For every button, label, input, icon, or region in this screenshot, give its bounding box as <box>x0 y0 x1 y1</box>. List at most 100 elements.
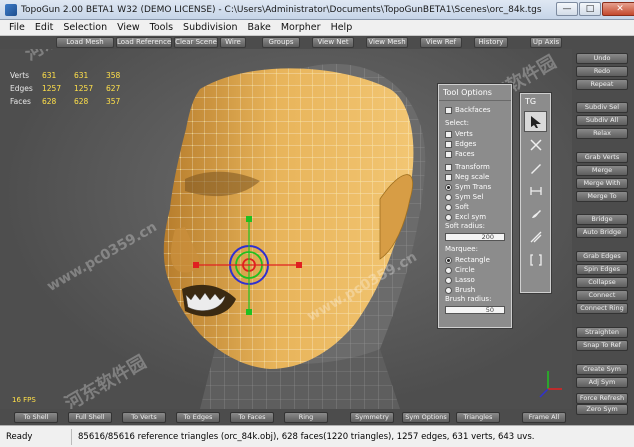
menu-file[interactable]: File <box>4 22 30 33</box>
radio-dot[interactable] <box>445 266 452 274</box>
menu-edit[interactable]: Edit <box>30 22 58 33</box>
symmetry-button[interactable]: Symmetry <box>350 412 394 423</box>
radio-dot[interactable] <box>445 286 452 294</box>
view-mesh-button[interactable]: View Mesh <box>366 37 408 48</box>
to-verts-button[interactable]: To Verts <box>122 412 166 423</box>
sym-sel-radio[interactable]: Sym Sel <box>439 192 511 202</box>
select-faces-checkbox[interactable]: Faces <box>439 149 511 159</box>
stats-value: 1257 <box>74 84 94 93</box>
marquee-lasso-radio[interactable]: Lasso <box>439 275 511 285</box>
radio-dot[interactable] <box>445 183 452 191</box>
checkbox-box[interactable] <box>445 130 452 138</box>
undo-button[interactable]: Undo <box>576 53 628 64</box>
subdiv-all-button[interactable]: Subdiv All <box>576 115 628 126</box>
triangles-button[interactable]: Triangles <box>456 412 500 423</box>
auto-bridge-button[interactable]: Auto Bridge <box>576 227 628 238</box>
adj-sym-button[interactable]: Adj Sym <box>576 377 628 388</box>
merge-with-button[interactable]: Merge With <box>576 178 628 189</box>
load-reference-button[interactable]: Load Reference <box>116 37 172 48</box>
bracket-tool-button[interactable] <box>524 249 547 270</box>
radio-dot[interactable] <box>445 213 452 221</box>
gizmo-y-handle-bottom[interactable] <box>246 309 252 315</box>
marquee-brush-radio[interactable]: Brush <box>439 285 511 295</box>
menu-help[interactable]: Help <box>326 22 358 33</box>
stats-label: Faces <box>10 97 31 106</box>
gizmo-x-handle[interactable] <box>296 262 302 268</box>
sym-options-button[interactable]: Sym Options <box>402 412 450 423</box>
subdiv-sel-button[interactable]: Subdiv Sel <box>576 102 628 113</box>
excl-sym-radio[interactable]: Excl sym <box>439 212 511 222</box>
spin-edges-button[interactable]: Spin Edges <box>576 264 628 275</box>
view-ref-button[interactable]: View Ref <box>420 37 462 48</box>
transform-checkbox[interactable]: Transform <box>439 162 511 172</box>
grab-edges-button[interactable]: Grab Edges <box>576 251 628 262</box>
minimize-button[interactable]: — <box>556 2 578 16</box>
connect-ring-button[interactable]: Connect Ring <box>576 303 628 314</box>
marquee-rectangle-radio[interactable]: Rectangle <box>439 255 511 265</box>
to-edges-button[interactable]: To Edges <box>176 412 220 423</box>
redo-button[interactable]: Redo <box>576 66 628 77</box>
gizmo-y-handle[interactable] <box>246 216 252 222</box>
menu-view[interactable]: View <box>112 22 145 33</box>
select-verts-checkbox[interactable]: Verts <box>439 129 511 139</box>
select-tool-button[interactable] <box>524 111 547 132</box>
checkbox-box[interactable] <box>445 163 452 171</box>
delete-tool-button[interactable] <box>524 134 547 155</box>
soft-radius-slider[interactable]: 200 <box>445 233 505 241</box>
grab-verts-button[interactable]: Grab Verts <box>576 152 628 163</box>
menu-bake[interactable]: Bake <box>242 22 275 33</box>
maximize-button[interactable]: □ <box>579 2 601 16</box>
marquee-circle-radio[interactable]: Circle <box>439 265 511 275</box>
checkbox-box[interactable] <box>445 150 452 158</box>
groups-button[interactable]: Groups <box>262 37 300 48</box>
merge-button[interactable]: Merge <box>576 165 628 176</box>
bridge-tool-button[interactable] <box>524 180 547 201</box>
up-axis-button[interactable]: Up Axis <box>530 37 562 48</box>
repeat-button[interactable]: Repeat <box>576 79 628 90</box>
brush-radius-slider[interactable]: 50 <box>445 306 505 314</box>
create-sym-button[interactable]: Create Sym <box>576 364 628 375</box>
extrude-tool-button[interactable] <box>524 226 547 247</box>
menu-selection[interactable]: Selection <box>58 22 112 33</box>
radio-dot[interactable] <box>445 256 452 264</box>
full-shell-button[interactable]: Full Shell <box>68 412 112 423</box>
to-faces-button[interactable]: To Faces <box>230 412 274 423</box>
checkbox-box[interactable] <box>445 140 452 148</box>
radio-dot[interactable] <box>445 203 452 211</box>
menu-tools[interactable]: Tools <box>145 22 178 33</box>
snap-to-ref-button[interactable]: Snap To Ref <box>576 340 628 351</box>
checkbox-box[interactable] <box>445 173 452 181</box>
draw-tool-button[interactable] <box>524 157 547 178</box>
merge-to-button[interactable]: Merge To <box>576 191 628 202</box>
select-edges-checkbox[interactable]: Edges <box>439 139 511 149</box>
checkbox-label: Verts <box>455 130 473 138</box>
menu-subdivision[interactable]: Subdivision <box>178 22 242 33</box>
ring-button[interactable]: Ring <box>284 412 328 423</box>
history-button[interactable]: History <box>474 37 508 48</box>
bridge-button[interactable]: Bridge <box>576 214 628 225</box>
collapse-button[interactable]: Collapse <box>576 277 628 288</box>
backfaces-checkbox[interactable]: Backfaces <box>439 105 511 115</box>
load-mesh-button[interactable]: Load Mesh <box>56 37 114 48</box>
to-shell-button[interactable]: To Shell <box>14 412 58 423</box>
frame-all-button[interactable]: Frame All <box>522 412 566 423</box>
neg-scale-checkbox[interactable]: Neg scale <box>439 172 511 182</box>
wire-button[interactable]: Wire <box>220 37 246 48</box>
soft-radio[interactable]: Soft <box>439 202 511 212</box>
close-button[interactable]: ✕ <box>602 2 634 16</box>
straighten-button[interactable]: Straighten <box>576 327 628 338</box>
zero-sym-button[interactable]: Zero Sym <box>576 404 628 415</box>
radio-dot[interactable] <box>445 276 452 284</box>
sym-trans-radio[interactable]: Sym Trans <box>439 182 511 192</box>
radio-dot[interactable] <box>445 193 452 201</box>
brush-tool-button[interactable] <box>524 203 547 224</box>
connect-button[interactable]: Connect <box>576 290 628 301</box>
checkbox-box[interactable] <box>445 106 452 114</box>
gizmo-x-handle-left[interactable] <box>193 262 199 268</box>
force-refresh-button[interactable]: Force Refresh <box>576 393 628 404</box>
menu-morpher[interactable]: Morpher <box>276 22 326 33</box>
view-net-button[interactable]: View Net <box>312 37 354 48</box>
stats-value: 358 <box>106 71 121 80</box>
clear-scene-button[interactable]: Clear Scene <box>174 37 218 48</box>
relax-button[interactable]: Relax <box>576 128 628 139</box>
